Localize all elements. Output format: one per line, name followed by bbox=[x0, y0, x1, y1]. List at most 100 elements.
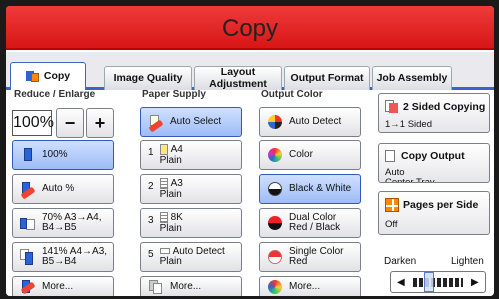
copy-settings-area: Reduce / Enlarge 100% − + 100% Auto % 70… bbox=[6, 90, 494, 296]
two-sided-title: 2 Sided Copying bbox=[403, 100, 486, 113]
color-single-color[interactable]: Single Color Red bbox=[259, 242, 361, 272]
paper-tray-3[interactable]: 3 8K Plain bbox=[140, 208, 242, 238]
ratio-plus-button[interactable]: + bbox=[86, 108, 114, 138]
copy-output-icon bbox=[385, 150, 395, 162]
color-auto-detect[interactable]: Auto Detect bbox=[259, 107, 361, 137]
tray-5-indicator: 5 bbox=[148, 249, 154, 265]
copy-tab-icon bbox=[25, 71, 40, 82]
color-wheel-icon bbox=[267, 147, 283, 163]
density-marker[interactable] bbox=[424, 272, 434, 292]
reduce-option-auto[interactable]: Auto % bbox=[12, 174, 114, 204]
color-dual-color[interactable]: Dual Color Red / Black bbox=[259, 208, 361, 238]
paper-type: Plain bbox=[159, 222, 182, 234]
paper-size: A3 bbox=[170, 178, 183, 190]
option-label: More... bbox=[289, 280, 321, 292]
paper-type: Plain bbox=[159, 188, 182, 200]
reduce-option-141[interactable]: 141% A4→A3, B5→B4 bbox=[12, 242, 114, 272]
lighten-arrow-icon[interactable]: ▶ bbox=[471, 277, 479, 288]
option-label: More... bbox=[42, 280, 74, 292]
pages-per-side-title: Pages per Side bbox=[403, 199, 479, 211]
paper-size: A4 bbox=[170, 144, 183, 156]
document-icon bbox=[20, 147, 36, 163]
more-color-icon bbox=[267, 279, 283, 295]
darken-label: Darken bbox=[384, 256, 417, 267]
enlarge-icon bbox=[20, 249, 36, 265]
option-label: Dual Color Red / Black bbox=[289, 211, 341, 233]
paper-icon bbox=[159, 143, 168, 155]
color-more-button[interactable]: More... bbox=[259, 276, 361, 296]
copy-output-title: Copy Output bbox=[401, 150, 465, 162]
reduce-enlarge-header: Reduce / Enlarge bbox=[14, 90, 96, 99]
option-label: Black & White bbox=[289, 182, 352, 194]
paper-tray-2[interactable]: 2 A3 Plain bbox=[140, 174, 242, 204]
option-label: Single Color Red bbox=[289, 245, 344, 267]
paper-supply-header: Paper Supply bbox=[142, 90, 206, 99]
tray-number: 1 bbox=[148, 147, 154, 158]
tab-label: Image Quality bbox=[113, 71, 183, 84]
paper-tray-1[interactable]: 1 A4 Plain bbox=[140, 140, 242, 170]
tray-number: 5 bbox=[148, 249, 154, 260]
pages-per-side-button[interactable]: Pages per Side Off bbox=[378, 191, 490, 235]
tab-output-format[interactable]: Output Format bbox=[284, 66, 370, 90]
option-label: Auto % bbox=[42, 182, 75, 194]
dual-color-icon bbox=[267, 215, 283, 231]
title-bar: Copy bbox=[6, 6, 494, 50]
paper-size: 8K bbox=[170, 212, 183, 224]
option-label: 70% A3→A4, B4→B5 bbox=[42, 211, 102, 233]
tray-info: A4 Plain bbox=[159, 143, 183, 166]
ratio-display: 100% bbox=[12, 110, 54, 136]
tray-number: 3 bbox=[148, 215, 154, 226]
two-sided-icon bbox=[385, 100, 399, 113]
density-slider[interactable]: ◀ ▶ bbox=[390, 271, 486, 293]
more-paper-icon bbox=[148, 279, 164, 295]
reduce-more-button[interactable]: More... bbox=[12, 276, 114, 296]
reduce-icon bbox=[20, 215, 36, 231]
paper-more-button[interactable]: More... bbox=[140, 276, 242, 296]
window-title: Copy bbox=[221, 15, 279, 42]
tray-2-indicator: 2 bbox=[148, 181, 154, 197]
tab-image-quality[interactable]: Image Quality bbox=[104, 66, 192, 90]
paper-tray-5[interactable]: 5 Auto Detect Plain bbox=[140, 242, 242, 272]
darken-arrow-icon[interactable]: ◀ bbox=[397, 277, 405, 288]
paper-size: Auto Detect bbox=[172, 245, 225, 257]
tray-info: A3 Plain bbox=[159, 177, 183, 200]
lighten-label: Lighten bbox=[451, 256, 484, 267]
plus-icon: + bbox=[94, 112, 106, 133]
tray-3-indicator: 3 bbox=[148, 215, 154, 231]
option-label: Auto Detect bbox=[289, 115, 342, 127]
tab-label: Output Format bbox=[290, 71, 364, 84]
tab-label: Copy bbox=[43, 69, 71, 82]
auto-paper-icon bbox=[148, 114, 164, 133]
single-color-icon bbox=[267, 249, 283, 265]
tab-copy[interactable]: Copy bbox=[10, 62, 86, 90]
ratio-minus-button[interactable]: − bbox=[56, 108, 84, 138]
more-icon bbox=[20, 279, 36, 295]
density-scale bbox=[413, 278, 463, 287]
option-label: Color bbox=[289, 148, 313, 160]
option-label: 141% A4→A3, B5→B4 bbox=[42, 245, 108, 267]
tray-1-indicator: 1 bbox=[148, 147, 154, 163]
two-sided-value: 1→1 Sided bbox=[385, 119, 433, 130]
two-sided-header: 2 Sided Copying bbox=[385, 100, 485, 113]
tray-number: 2 bbox=[148, 181, 154, 192]
tab-job-assembly[interactable]: Job Assembly bbox=[372, 66, 452, 90]
pages-per-side-header: Pages per Side bbox=[385, 198, 478, 212]
tab-bar: Copy Image Quality Layout Adjustment Out… bbox=[6, 52, 494, 90]
pages-per-side-icon bbox=[385, 198, 399, 212]
color-full-color[interactable]: Color bbox=[259, 140, 361, 170]
tab-label: Job Assembly bbox=[376, 71, 448, 84]
tab-label: Layout Adjustment bbox=[209, 66, 267, 90]
reduce-option-100[interactable]: 100% bbox=[12, 140, 114, 170]
tab-layout-adjustment[interactable]: Layout Adjustment bbox=[194, 66, 282, 90]
paper-auto-select[interactable]: Auto Select bbox=[140, 107, 242, 137]
paper-icon bbox=[159, 247, 170, 254]
copy-output-button[interactable]: Copy Output Auto Center Tray bbox=[378, 143, 490, 183]
copy-panel: Copy Copy Image Quality Layout Adjustmen… bbox=[6, 6, 494, 296]
reduce-option-70[interactable]: 70% A3→A4, B4→B5 bbox=[12, 208, 114, 238]
color-black-white[interactable]: Black & White bbox=[259, 174, 361, 204]
tray-info: Auto Detect Plain bbox=[159, 245, 225, 268]
output-color-header: Output Color bbox=[261, 90, 323, 99]
paper-type: Plain bbox=[159, 256, 182, 267]
two-sided-copying-button[interactable]: 2 Sided Copying 1→1 Sided bbox=[378, 93, 490, 133]
paper-type: Plain bbox=[159, 154, 182, 166]
